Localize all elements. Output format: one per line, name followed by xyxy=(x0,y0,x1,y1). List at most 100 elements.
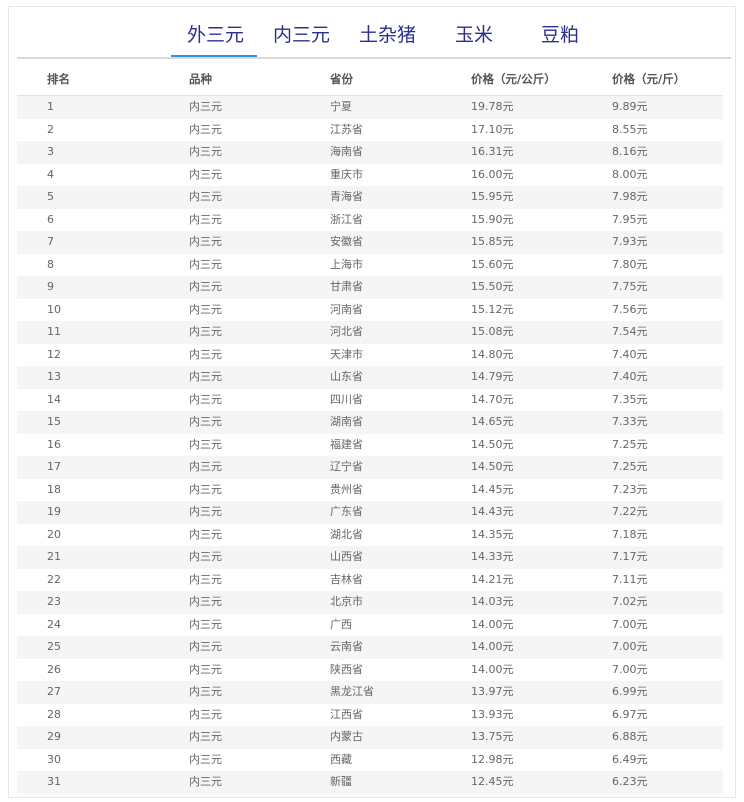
price-jin-cell: 6.49元 xyxy=(612,752,648,766)
province-cell: 黑龙江省 xyxy=(330,685,374,698)
province-cell: 湖南省 xyxy=(330,415,363,428)
rank-cell: 19 xyxy=(47,505,61,518)
price-panel: 外三元 内三元 土杂猪 玉米 豆粕 排名 品种 省份 价格（元/公斤） 价格（元… xyxy=(8,6,736,798)
tab-yu-mi[interactable]: 玉米 xyxy=(455,23,493,47)
province-cell: 甘肃省 xyxy=(330,280,363,293)
tab-nei-san-yuan[interactable]: 内三元 xyxy=(273,23,330,47)
province-cell: 广东省 xyxy=(330,505,363,518)
rank-cell: 7 xyxy=(47,235,54,248)
variety-cell: 内三元 xyxy=(189,482,222,496)
rank-cell: 31 xyxy=(47,775,61,788)
table-row: 17 内三元 辽宁省 14.50元 7.25元 xyxy=(17,456,723,479)
variety-cell: 内三元 xyxy=(189,280,222,293)
rank-cell: 28 xyxy=(47,707,61,721)
province-cell: 四川省 xyxy=(330,392,363,406)
province-cell: 江苏省 xyxy=(330,122,363,136)
price-jin-cell: 7.40元 xyxy=(612,370,648,383)
rank-cell: 3 xyxy=(47,145,54,158)
price-jin-cell: 8.55元 xyxy=(612,122,648,136)
variety-cell: 内三元 xyxy=(189,505,222,518)
header-price-per-jin: 价格（元/斤） xyxy=(612,72,686,86)
price-jin-cell: 7.40元 xyxy=(612,347,648,361)
province-cell: 广西 xyxy=(330,617,352,631)
tab-dou-po[interactable]: 豆粕 xyxy=(541,23,579,47)
variety-cell: 内三元 xyxy=(189,212,222,226)
province-cell: 安徽省 xyxy=(330,235,363,248)
table-row: 22 内三元 吉林省 14.21元 7.11元 xyxy=(17,569,723,592)
price-kg-cell: 15.95元 xyxy=(471,190,514,203)
price-kg-cell: 15.60元 xyxy=(471,257,514,271)
table-row: 12 内三元 天津市 14.80元 7.40元 xyxy=(17,344,723,367)
rank-cell: 23 xyxy=(47,595,61,608)
rank-cell: 11 xyxy=(47,325,61,338)
price-kg-cell: 14.70元 xyxy=(471,392,514,406)
province-cell: 陕西省 xyxy=(330,662,363,676)
rank-cell: 10 xyxy=(47,302,61,316)
province-cell: 云南省 xyxy=(330,640,363,653)
variety-cell: 内三元 xyxy=(189,415,222,428)
variety-cell: 内三元 xyxy=(189,527,222,541)
variety-cell: 内三元 xyxy=(189,325,222,338)
price-jin-cell: 7.54元 xyxy=(612,325,648,338)
price-kg-cell: 13.93元 xyxy=(471,707,514,721)
price-kg-cell: 15.12元 xyxy=(471,302,514,316)
rank-cell: 17 xyxy=(47,460,61,473)
price-kg-cell: 14.45元 xyxy=(471,482,514,496)
variety-cell: 内三元 xyxy=(189,752,222,766)
price-kg-cell: 14.50元 xyxy=(471,460,514,473)
table-row: 21 内三元 山西省 14.33元 7.17元 xyxy=(17,546,723,569)
table-header: 排名 品种 省份 价格（元/公斤） 价格（元/斤） xyxy=(17,61,723,96)
table-row: 1 内三元 宁夏 19.78元 9.89元 xyxy=(17,96,723,119)
price-kg-cell: 14.33元 xyxy=(471,550,514,563)
price-jin-cell: 6.97元 xyxy=(612,707,648,721)
price-kg-cell: 16.31元 xyxy=(471,145,514,158)
rank-cell: 8 xyxy=(47,257,54,271)
price-jin-cell: 7.95元 xyxy=(612,212,648,226)
table-row: 20 内三元 湖北省 14.35元 7.18元 xyxy=(17,524,723,547)
variety-cell: 内三元 xyxy=(189,617,222,631)
rank-cell: 27 xyxy=(47,685,61,698)
price-jin-cell: 7.80元 xyxy=(612,257,648,271)
province-cell: 海南省 xyxy=(330,145,363,158)
table-row: 27 内三元 黑龙江省 13.97元 6.99元 xyxy=(17,681,723,704)
rank-cell: 29 xyxy=(47,730,61,743)
variety-cell: 内三元 xyxy=(189,167,222,181)
table-row: 31 内三元 新疆 12.45元 6.23元 xyxy=(17,771,723,794)
province-cell: 山东省 xyxy=(330,370,363,383)
table-row: 4 内三元 重庆市 16.00元 8.00元 xyxy=(17,164,723,187)
price-jin-cell: 7.75元 xyxy=(612,280,648,293)
table-row: 29 内三元 内蒙古 13.75元 6.88元 xyxy=(17,726,723,749)
price-kg-cell: 15.85元 xyxy=(471,235,514,248)
table-row: 7 内三元 安徽省 15.85元 7.93元 xyxy=(17,231,723,254)
price-jin-cell: 9.89元 xyxy=(612,100,648,113)
price-kg-cell: 14.03元 xyxy=(471,595,514,608)
table-row: 18 内三元 贵州省 14.45元 7.23元 xyxy=(17,479,723,502)
price-kg-cell: 14.50元 xyxy=(471,437,514,451)
variety-cell: 内三元 xyxy=(189,235,222,248)
tab-wai-san-yuan[interactable]: 外三元 xyxy=(187,23,244,47)
table-row: 28 内三元 江西省 13.93元 6.97元 xyxy=(17,704,723,727)
province-cell: 新疆 xyxy=(330,775,352,788)
variety-cell: 内三元 xyxy=(189,145,222,158)
price-jin-cell: 7.00元 xyxy=(612,617,648,631)
variety-tabs: 外三元 内三元 土杂猪 玉米 豆粕 xyxy=(17,7,731,59)
header-price-per-kg: 价格（元/公斤） xyxy=(471,72,556,86)
province-cell: 辽宁省 xyxy=(330,460,363,473)
price-kg-cell: 14.21元 xyxy=(471,572,514,586)
variety-cell: 内三元 xyxy=(189,100,222,113)
tab-tu-za-zhu[interactable]: 土杂猪 xyxy=(359,23,416,47)
rank-cell: 2 xyxy=(47,122,54,136)
table-row: 30 内三元 西藏 12.98元 6.49元 xyxy=(17,749,723,772)
price-jin-cell: 7.11元 xyxy=(612,572,648,586)
price-kg-cell: 15.90元 xyxy=(471,212,514,226)
variety-cell: 内三元 xyxy=(189,685,222,698)
rank-cell: 1 xyxy=(47,100,54,113)
table-body: 1 内三元 宁夏 19.78元 9.89元 2 内三元 江苏省 17.10元 8.55元 3 内三元海… xyxy=(17,96,723,794)
rank-cell: 16 xyxy=(47,437,61,451)
rank-cell: 25 xyxy=(47,640,61,653)
province-cell: 河北省 xyxy=(330,325,363,338)
price-kg-cell: 14.00元 xyxy=(471,640,514,653)
province-cell: 湖北省 xyxy=(330,527,363,541)
province-cell: 山西省 xyxy=(330,550,363,563)
price-kg-cell: 14.43元 xyxy=(471,505,514,518)
